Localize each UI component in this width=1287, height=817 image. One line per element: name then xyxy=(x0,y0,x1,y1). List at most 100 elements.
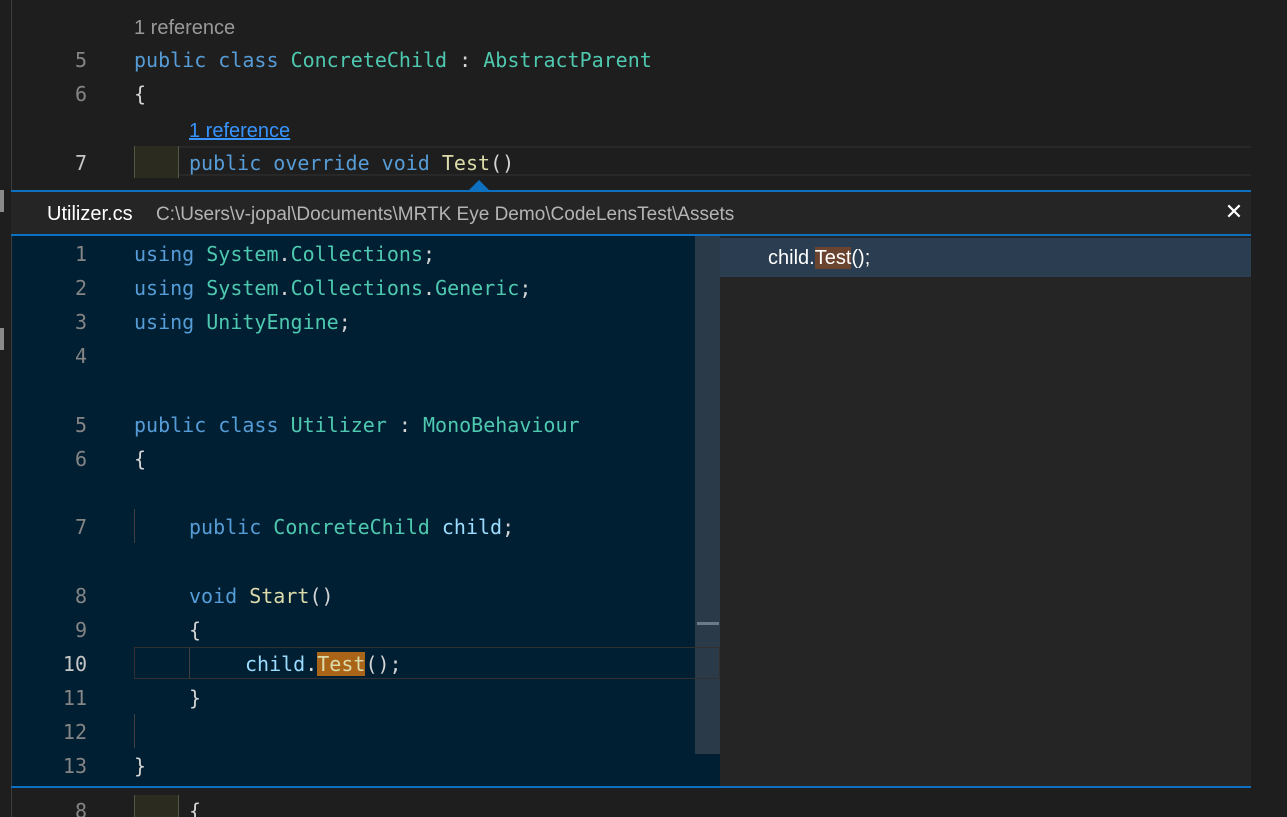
line-number: 8 xyxy=(74,799,87,817)
code-token: void xyxy=(381,151,430,175)
line-number: 1 xyxy=(74,242,87,266)
code-token: ; xyxy=(519,276,532,300)
indent-selection-block xyxy=(134,795,179,817)
code-token: { xyxy=(134,447,147,471)
code-line[interactable]: { xyxy=(189,797,201,817)
line-number: 7 xyxy=(74,515,87,539)
code-token: System xyxy=(206,242,279,266)
code-token: { xyxy=(134,82,147,106)
code-line[interactable]: { xyxy=(189,616,201,644)
peek-code-pane[interactable] xyxy=(12,236,695,786)
indent-guide xyxy=(189,647,190,679)
code-line[interactable]: using UnityEngine; xyxy=(134,308,351,336)
code-token: ConcreteChild xyxy=(273,515,430,539)
code-token: public xyxy=(134,413,207,437)
line-number: 7 xyxy=(74,151,87,175)
code-token: : xyxy=(386,413,424,437)
line-number: 6 xyxy=(74,82,87,106)
peek-references-pane xyxy=(720,236,1251,786)
codelens-reference-count[interactable]: 1 reference xyxy=(134,15,235,41)
line-number: 3 xyxy=(74,310,87,334)
line-number: 4 xyxy=(74,344,87,368)
code-token: UnityEngine xyxy=(206,310,339,334)
code-token: child xyxy=(441,515,503,539)
code-editor: 1 reference 5 public class ConcreteChild… xyxy=(0,0,1287,817)
line-number: 5 xyxy=(74,413,87,437)
line-number: 12 xyxy=(62,720,87,744)
code-token: { xyxy=(189,618,202,642)
code-token: override xyxy=(273,151,370,175)
code-token: using xyxy=(134,242,195,266)
code-token: () xyxy=(490,151,515,175)
code-line[interactable]: } xyxy=(189,684,201,712)
code-token: Generic xyxy=(435,276,520,300)
code-token: Test xyxy=(317,652,366,676)
code-line[interactable]: public class ConcreteChild : AbstractPar… xyxy=(134,46,652,74)
peek-border xyxy=(11,786,1251,788)
code-line[interactable]: void Start() xyxy=(189,582,334,610)
line-number: 5 xyxy=(74,48,87,72)
code-token: . xyxy=(278,242,291,266)
code-token: . xyxy=(278,276,291,300)
peek-file-name[interactable]: Utilizer.cs xyxy=(47,202,133,226)
code-token: using xyxy=(134,310,195,334)
code-token: ; xyxy=(338,310,351,334)
indent-guide xyxy=(134,714,135,748)
code-token: Test xyxy=(441,151,491,175)
code-line[interactable]: using System.Collections.Generic; xyxy=(134,274,531,302)
code-token: { xyxy=(189,799,202,817)
code-token: void xyxy=(189,584,238,608)
line-number: 13 xyxy=(62,754,87,778)
code-token: using xyxy=(134,276,195,300)
line-number: 2 xyxy=(74,276,87,300)
code-token: ConcreteChild xyxy=(290,48,448,72)
code-token: ; xyxy=(502,515,515,539)
line-number: 10 xyxy=(62,652,87,676)
code-token: public xyxy=(134,48,207,72)
reference-item-text[interactable]: child.Test(); xyxy=(768,245,870,271)
line-number: 8 xyxy=(74,584,87,608)
code-token: ; xyxy=(423,242,436,266)
current-line-highlight xyxy=(134,647,720,679)
code-token: : xyxy=(447,48,484,72)
code-line[interactable]: using System.Collections; xyxy=(134,240,435,268)
reference-prefix: child. xyxy=(768,247,815,269)
line-number: 9 xyxy=(74,618,87,642)
code-line[interactable]: public override void Test() xyxy=(189,149,514,177)
code-token: class xyxy=(218,48,279,72)
code-token: (); xyxy=(365,652,402,676)
codelens-reference-link[interactable]: 1 reference xyxy=(189,118,290,144)
close-icon[interactable]: ✕ xyxy=(1220,199,1248,227)
line-number: 6 xyxy=(74,447,87,471)
code-line[interactable]: child.Test(); xyxy=(245,650,402,678)
line-number: 11 xyxy=(62,686,87,710)
code-line[interactable]: } xyxy=(134,752,146,780)
code-line[interactable]: { xyxy=(134,80,146,108)
code-token: () xyxy=(309,584,334,608)
code-line[interactable]: public class Utilizer : MonoBehaviour xyxy=(134,411,580,439)
code-line[interactable]: { xyxy=(134,445,146,473)
code-token: Start xyxy=(249,584,310,608)
peek-pointer-arrow xyxy=(469,180,489,190)
peek-scrollbar-marker xyxy=(697,622,719,625)
code-token: class xyxy=(218,413,279,437)
code-token: child xyxy=(245,652,306,676)
code-line[interactable]: public ConcreteChild child; xyxy=(189,513,514,541)
code-token: AbstractParent xyxy=(483,48,652,72)
code-token: } xyxy=(189,686,202,710)
indent-guide xyxy=(134,509,135,543)
code-token: Collections xyxy=(290,276,424,300)
code-token: . xyxy=(305,652,318,676)
peek-file-path: C:\Users\v-jopal\Documents\MRTK Eye Demo… xyxy=(156,204,735,225)
code-token: Utilizer xyxy=(290,413,387,437)
